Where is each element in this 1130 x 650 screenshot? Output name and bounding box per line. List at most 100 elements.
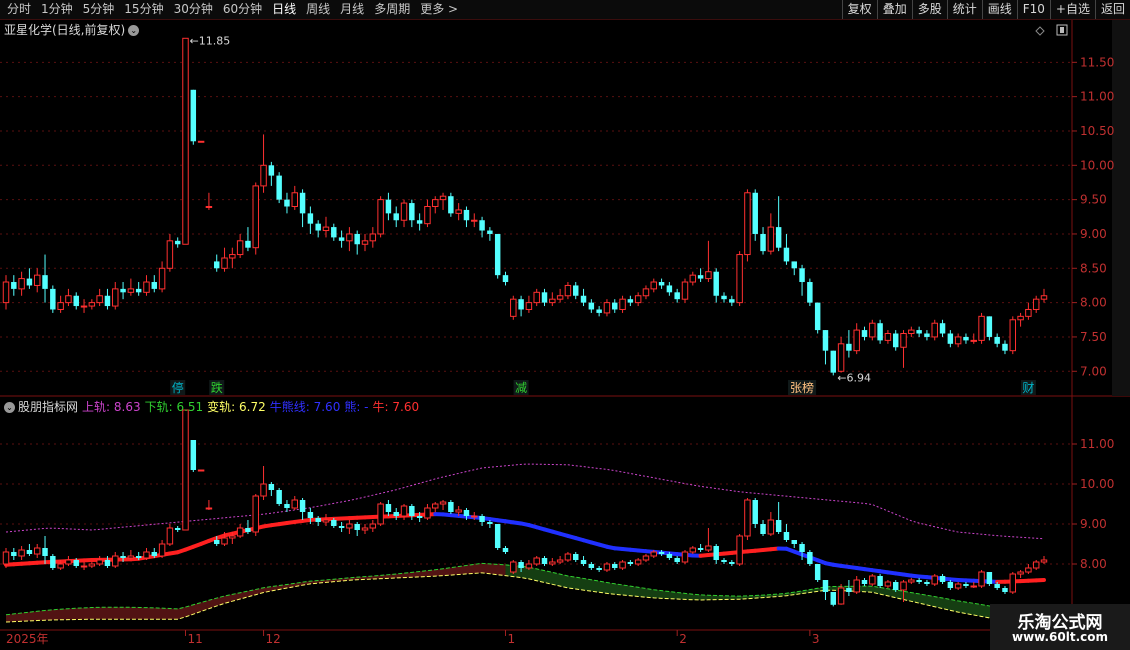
price-candle-body bbox=[705, 271, 712, 280]
price-candle-body bbox=[276, 175, 282, 200]
indicator-candle-body bbox=[713, 546, 719, 560]
price-candle-body bbox=[127, 288, 135, 293]
price-tick-label: 10.00 bbox=[1080, 158, 1114, 172]
indicator-candle-body bbox=[143, 551, 150, 559]
indicator-candle-body bbox=[448, 502, 454, 512]
price-candle-body bbox=[533, 291, 540, 304]
price-candle-body bbox=[221, 257, 228, 269]
price-candle-body bbox=[549, 298, 556, 304]
indicator-candle-body bbox=[837, 587, 845, 605]
price-candle-body bbox=[1002, 343, 1008, 351]
indicator-candle-body bbox=[26, 550, 33, 554]
indicator-candle-body bbox=[721, 560, 727, 562]
indicator-candle-body bbox=[533, 557, 540, 565]
x-tick-label: 1 bbox=[507, 632, 515, 646]
indicator-candle-body bbox=[892, 582, 899, 590]
indicator-candle-body bbox=[158, 543, 166, 557]
indicator-candle-body bbox=[916, 580, 922, 582]
lower-label: 下轨: 6.51 bbox=[144, 400, 204, 414]
price-candle-body bbox=[205, 206, 213, 208]
indicator-candle-body bbox=[182, 409, 189, 531]
indicator-candle-body bbox=[564, 553, 572, 561]
indicator-candle-body bbox=[924, 582, 930, 584]
price-candle-body bbox=[455, 209, 462, 214]
price-tick-label: 7.00 bbox=[1080, 364, 1107, 378]
price-candle-body bbox=[252, 185, 259, 249]
price-candle-body bbox=[752, 192, 758, 234]
price-candle-body bbox=[369, 233, 377, 242]
indicator-candle-body bbox=[970, 585, 977, 588]
indicator-candle-body bbox=[494, 524, 501, 548]
price-candle-body bbox=[112, 288, 119, 307]
indicator-candle-body bbox=[1040, 559, 1048, 563]
indicator-candle-body bbox=[284, 504, 290, 508]
price-candle-body bbox=[1040, 295, 1048, 300]
price-candle-body bbox=[502, 275, 509, 283]
indicator-candle-body bbox=[954, 583, 962, 589]
price-candle-body bbox=[994, 336, 1000, 344]
price-candle-body bbox=[580, 295, 587, 303]
indicator-candle-body bbox=[729, 562, 735, 564]
price-candle-body bbox=[556, 295, 564, 300]
bear-label: 熊: - bbox=[344, 400, 369, 414]
x-tick-label: 12 bbox=[266, 632, 281, 646]
price-candle-body bbox=[494, 233, 501, 276]
price-tick-label: 11.00 bbox=[1080, 90, 1114, 104]
x-tick-label: 3 bbox=[812, 632, 820, 646]
price-candle-body bbox=[939, 323, 946, 334]
indicator-candle-body bbox=[104, 560, 111, 566]
price-candle-body bbox=[596, 309, 602, 313]
indicator-candle-body bbox=[689, 547, 697, 553]
price-candle-body bbox=[322, 226, 330, 232]
indicator-candle-body bbox=[252, 495, 259, 533]
indicator-candle-body bbox=[33, 547, 41, 555]
indicator-candle-body bbox=[947, 582, 954, 588]
price-candle-body bbox=[197, 140, 205, 143]
price-candle-body bbox=[978, 315, 985, 341]
price-candle-body bbox=[393, 213, 399, 221]
chart-canvas: 11.50 11.00 10.50 10.00 9.50 9.00 8.50 8.00 7.50… bbox=[0, 20, 1130, 650]
indicator-candle-body bbox=[96, 559, 103, 565]
min-price-label: ←6.94 bbox=[837, 371, 871, 384]
indicator-candle-body bbox=[884, 581, 892, 587]
chevron-down-icon[interactable]: ⌄ bbox=[4, 402, 15, 413]
indicator-candle-body bbox=[612, 564, 618, 568]
price-candle-body bbox=[190, 89, 197, 142]
indicator-candle-body bbox=[767, 519, 775, 535]
indicator-candle-body bbox=[807, 552, 813, 564]
indicator-candle-body bbox=[1032, 561, 1040, 569]
indicator-candle-body bbox=[120, 556, 126, 558]
chevron-down-icon[interactable]: ⌄ bbox=[128, 25, 140, 36]
indicator-candle-body bbox=[634, 559, 642, 565]
price-candle-body bbox=[760, 233, 766, 252]
price-candle-body bbox=[884, 333, 892, 341]
indicator-candle-body bbox=[73, 560, 79, 566]
price-candle-body bbox=[439, 195, 447, 201]
indicator-candle-body bbox=[439, 501, 447, 505]
price-candle-body bbox=[612, 302, 618, 310]
watermark: 乐淘公式网 www.60lt.com bbox=[990, 604, 1130, 650]
right-scroll-strip bbox=[1112, 20, 1130, 396]
price-candle-body bbox=[846, 343, 852, 351]
price-candle-body bbox=[814, 302, 821, 331]
price-candle-body bbox=[518, 299, 524, 310]
indicator-candle-body bbox=[986, 572, 993, 584]
price-candle-body bbox=[151, 282, 158, 289]
indicator-candle-body bbox=[525, 563, 533, 569]
indicator-candle-body bbox=[42, 548, 48, 556]
indicator-candle-body bbox=[853, 579, 860, 593]
indicator-candle-body bbox=[861, 580, 868, 584]
upper-label: 上轨: 8.63 bbox=[82, 400, 141, 414]
price-candle-body bbox=[689, 274, 697, 283]
price-tick-label: 8.50 bbox=[1080, 261, 1107, 275]
indicator-candle-body bbox=[572, 554, 579, 560]
event-tag-4: 财 bbox=[1022, 381, 1034, 395]
price-candle-body bbox=[510, 298, 517, 317]
price-candle-body bbox=[260, 164, 267, 187]
price-panel-title: 亚星化学(日线,前复权) ⌄ bbox=[4, 21, 140, 38]
event-tag-1: 跌 bbox=[211, 380, 223, 395]
price-candle-body bbox=[331, 227, 337, 238]
indicator-candle-body bbox=[245, 528, 251, 532]
price-candle-body bbox=[736, 254, 743, 304]
indicator-candle-body bbox=[580, 560, 587, 564]
